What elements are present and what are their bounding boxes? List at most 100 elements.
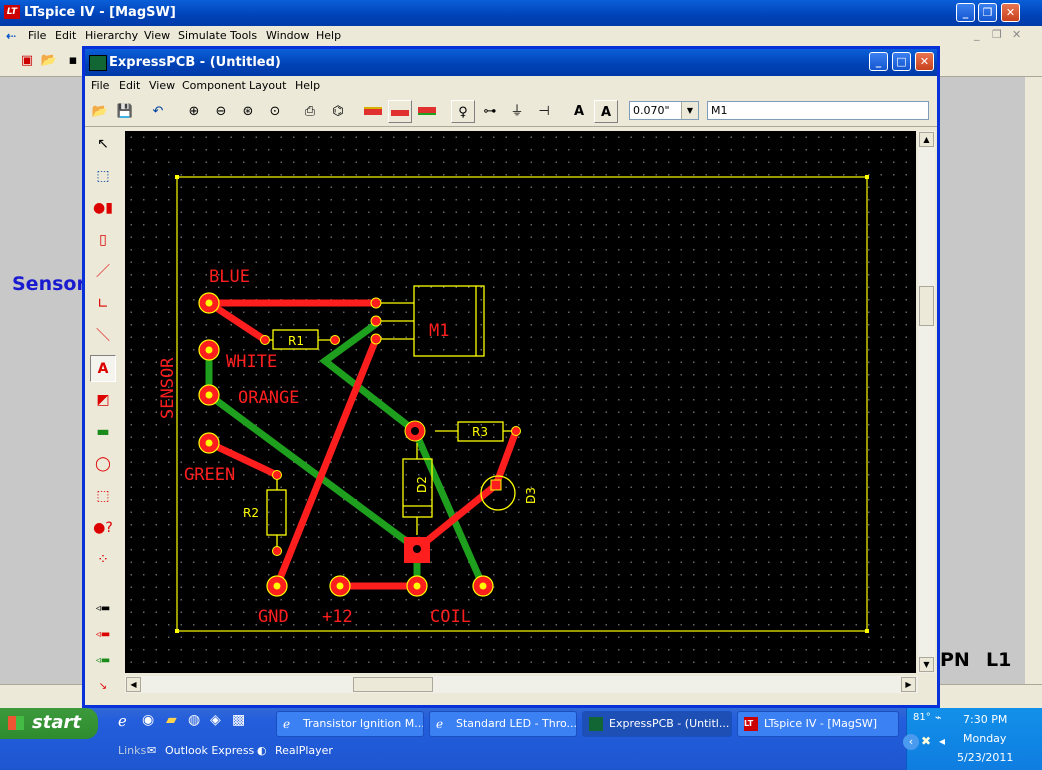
ground-mode-icon[interactable]: ⏚: [505, 100, 529, 123]
scroll-down-icon[interactable]: ▼: [919, 657, 934, 672]
menu-tools[interactable]: Tools: [230, 29, 257, 42]
netlist-icon[interactable]: ⁘: [90, 547, 116, 574]
expresspcb-title-bar[interactable]: ExpressPCB - (Untitled) _ □ ✕: [85, 49, 937, 76]
paint-quicklaunch-icon[interactable]: ▩: [232, 712, 245, 728]
pcb-menu-view[interactable]: View: [149, 79, 175, 92]
menu-view[interactable]: View: [144, 29, 170, 42]
zoom-out-icon[interactable]: ⊖: [209, 100, 233, 123]
zoom-fit-icon[interactable]: ⊙: [263, 100, 287, 123]
save-icon[interactable]: 💾: [113, 100, 137, 123]
undo-icon[interactable]: ↶: [146, 100, 170, 123]
folder-quicklaunch-icon[interactable]: ▰: [166, 712, 177, 728]
ltspice-icon: LT: [744, 717, 758, 731]
pcb-maximize-button[interactable]: □: [892, 52, 911, 71]
component-mode-icon[interactable]: ♀: [451, 100, 475, 123]
circle-icon[interactable]: ◯: [90, 451, 116, 478]
pcb-menu-layout[interactable]: Layout: [249, 79, 286, 92]
scroll-up-icon[interactable]: ▲: [919, 132, 934, 147]
temperature-readout[interactable]: 81°: [913, 712, 931, 723]
start-button[interactable]: start: [0, 708, 98, 739]
via-mode-icon[interactable]: ⊣: [532, 100, 556, 123]
properties-icon[interactable]: ⎙: [298, 100, 322, 123]
text-bold-icon[interactable]: A: [594, 100, 618, 123]
menu-help[interactable]: Help: [316, 29, 341, 42]
text-tool-icon[interactable]: A: [90, 355, 116, 382]
ltspice-vertical-scrollbar[interactable]: [1025, 77, 1042, 684]
open-folder-icon[interactable]: 📂: [38, 50, 60, 72]
volume-icon[interactable]: ◂: [939, 734, 945, 748]
taskbar-item-ignition[interactable]: ℯ Transistor Ignition M...: [276, 711, 424, 737]
media-quicklaunch-icon[interactable]: ◍: [188, 712, 200, 728]
scroll-right-icon[interactable]: ▶: [901, 677, 916, 692]
layer-swap-icon[interactable]: ◩: [90, 387, 116, 414]
pcb-menu-component[interactable]: Component: [182, 79, 246, 92]
scroll-left-icon[interactable]: ◀: [126, 677, 141, 692]
select-arrow-icon[interactable]: ↖: [90, 131, 116, 158]
realplayer-icon[interactable]: ◐: [257, 744, 267, 757]
pcb-menu-file[interactable]: File: [91, 79, 109, 92]
rectangle-icon[interactable]: ⬚: [90, 483, 116, 510]
taskbar-item-ltspice[interactable]: LT LTspice IV - [MagSW]: [737, 711, 899, 737]
text-normal-icon[interactable]: A: [567, 100, 591, 123]
component-icon[interactable]: ▯: [90, 227, 116, 254]
pcb-menu-help[interactable]: Help: [295, 79, 320, 92]
minimize-button[interactable]: _: [956, 3, 975, 22]
ratsnest-icon[interactable]: ⌬: [326, 100, 350, 123]
new-schematic-icon[interactable]: ▣: [16, 50, 38, 72]
corner-trace-icon[interactable]: ∟: [90, 291, 116, 318]
pad-icon[interactable]: ●▮: [90, 195, 116, 222]
start-label: start: [32, 712, 81, 733]
drill-icon[interactable]: ↘: [90, 673, 116, 700]
menu-simulate[interactable]: Simulate: [178, 29, 227, 42]
close-button[interactable]: ✕: [1001, 3, 1020, 22]
trace-icon[interactable]: ／: [90, 259, 116, 286]
realplayer-link[interactable]: RealPlayer: [275, 744, 333, 757]
filled-plane-icon[interactable]: ▬: [90, 419, 116, 446]
top-layer-icon[interactable]: [361, 100, 385, 123]
app-quicklaunch-icon[interactable]: ◈: [210, 712, 221, 728]
query-icon[interactable]: ●?: [90, 515, 116, 542]
bottom-layer-icon[interactable]: [388, 100, 412, 123]
horizontal-scroll-thumb[interactable]: [353, 677, 433, 692]
outlook-express-icon[interactable]: ✉: [147, 744, 156, 757]
taskbar-item-expresspcb[interactable]: ExpressPCB - (Untitl...: [582, 711, 732, 737]
taskbar-item-led[interactable]: ℯ Standard LED - Thro...: [429, 711, 577, 737]
bottom-copper-layer-icon[interactable]: ◃▬: [90, 647, 116, 674]
zoom-in-icon[interactable]: ⊕: [182, 100, 206, 123]
pcb-layout-canvas[interactable]: BLUE WHITE ORANGE GREEN GND +12 COIL M1 …: [125, 131, 916, 673]
mdi-minimize-icon[interactable]: _: [974, 28, 980, 41]
firefox-quicklaunch-icon[interactable]: ◉: [142, 712, 154, 728]
menu-window[interactable]: Window: [266, 29, 309, 42]
pcb-horizontal-scrollbar[interactable]: ◀ ▶: [125, 676, 918, 693]
save-icon[interactable]: ▪: [62, 50, 84, 72]
pcb-vertical-scrollbar[interactable]: ▲ ▼: [918, 131, 935, 673]
menu-hierarchy[interactable]: Hierarchy: [85, 29, 138, 42]
label-text-input[interactable]: M1: [707, 101, 929, 120]
ie-quicklaunch-icon[interactable]: ℯ: [118, 712, 127, 730]
tray-expand-icon[interactable]: ‹: [903, 734, 919, 750]
chevron-down-icon[interactable]: ▼: [681, 102, 698, 119]
pcb-minimize-button[interactable]: _: [869, 52, 888, 71]
open-icon[interactable]: 📂: [88, 100, 112, 123]
top-copper-layer-icon[interactable]: ◃▬: [90, 621, 116, 648]
mdi-close-icon[interactable]: ✕: [1012, 28, 1021, 41]
both-layers-icon[interactable]: [415, 100, 439, 123]
security-icon[interactable]: ✖: [921, 734, 931, 748]
network-icon[interactable]: ⌁: [935, 711, 942, 724]
bend-trace-icon[interactable]: ＼: [90, 323, 116, 350]
zoom-select-icon[interactable]: ⬚: [90, 163, 116, 190]
ltspice-title-bar[interactable]: LT LTspice IV - [MagSW] _ ❐ ✕: [0, 0, 1042, 26]
pin-mode-icon[interactable]: ⊶: [478, 100, 502, 123]
menu-file[interactable]: File: [28, 29, 46, 42]
pcb-menu-edit[interactable]: Edit: [119, 79, 140, 92]
vertical-scroll-thumb[interactable]: [919, 286, 934, 326]
mdi-restore-icon[interactable]: ❐: [992, 28, 1002, 41]
menu-edit[interactable]: Edit: [55, 29, 76, 42]
restore-button[interactable]: ❐: [978, 3, 997, 22]
clock-time[interactable]: 7:30 PM: [963, 713, 1007, 726]
zoom-area-icon[interactable]: ⊛: [236, 100, 260, 123]
pcb-close-button[interactable]: ✕: [915, 52, 934, 71]
outlook-express-link[interactable]: Outlook Express: [165, 744, 254, 757]
top-silk-layer-icon[interactable]: ◃▬: [90, 595, 116, 622]
label-plus12: +12: [322, 607, 353, 627]
